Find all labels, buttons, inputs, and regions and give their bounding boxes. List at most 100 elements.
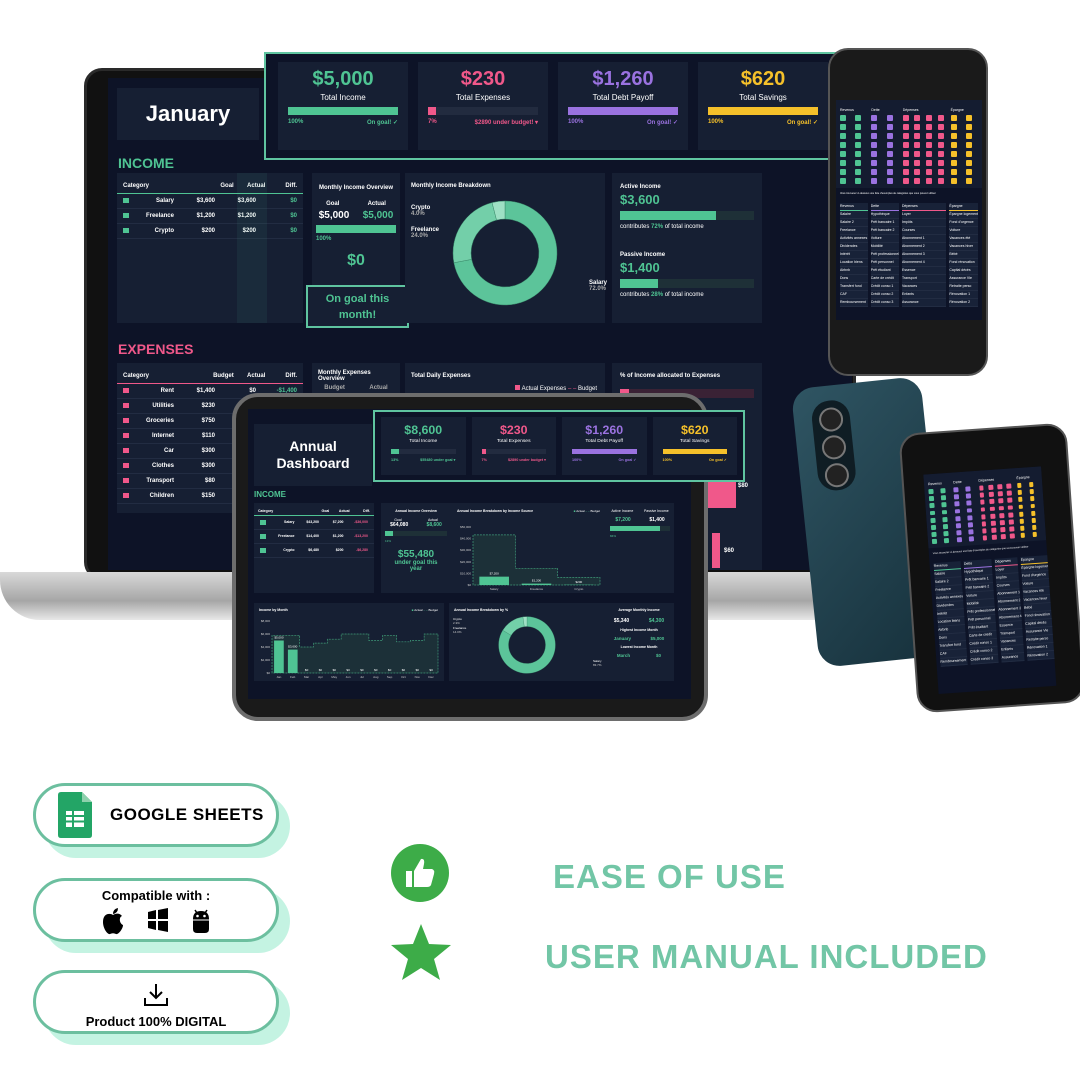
income-category-icon: [942, 516, 948, 522]
icon-grid: [950, 115, 978, 184]
kpi-card: $230 Total Expenses 7% $2890 under budget! …: [418, 62, 548, 150]
goal-cell: $3,600: [196, 198, 215, 204]
list-item: Activités annexes: [840, 235, 868, 243]
debt-category-icon: [967, 522, 974, 528]
thumbs-up-icon: [391, 844, 449, 902]
kpi-progress-fill: [662, 449, 727, 454]
expense-category-icon: [1008, 519, 1014, 525]
low-value: $0: [656, 653, 662, 658]
income-category-icon: [943, 538, 949, 544]
expense-category-icon: [937, 133, 944, 139]
goal-cell: $200: [201, 228, 215, 234]
kpi-value: $620: [680, 423, 709, 437]
kpi-pct: 100%: [572, 457, 582, 462]
list-item: Rénovation 1: [949, 291, 978, 299]
y-tick-label: $50,000: [460, 525, 471, 529]
kpi-card: $1,260 Total Debt Payoff 100% On goal! ✓: [558, 62, 688, 150]
kpi-label: Total Savings: [680, 439, 710, 444]
income-category-icon: [840, 178, 846, 184]
passive-value: $1,400: [649, 517, 665, 523]
slice-label: Salary 72.0%: [589, 280, 607, 292]
expense-category-icon: [990, 527, 997, 533]
expense-category-icon: [1000, 527, 1006, 533]
slice-pct: 4.0%: [411, 211, 425, 217]
expense-bar-label: $60: [724, 548, 735, 554]
kpi-pct: 100%: [288, 119, 304, 125]
overview-diff: $0: [347, 252, 365, 269]
bar-value-label: $0: [360, 668, 364, 672]
category-cell: Crypto: [283, 548, 295, 552]
income-category-icon: [855, 124, 862, 130]
list-item: Fond d'urgence: [949, 219, 978, 227]
expense-category-icon: [997, 484, 1003, 490]
expense-bar: [712, 533, 720, 568]
goal-label: Goal: [326, 201, 340, 207]
kpi-progress-bar: [572, 449, 637, 454]
bar-value-label: $0: [416, 668, 420, 672]
y-tick-label: $2,000: [261, 658, 271, 662]
income-donut-chart: [452, 200, 558, 306]
income-category-icon: [855, 133, 862, 139]
low-title: Lowest Income Month: [620, 645, 658, 649]
kpi-progress-fill: [391, 449, 400, 454]
column-header: Revenus: [840, 108, 854, 112]
income-category-icon: [840, 151, 846, 157]
savings-category-icon: [965, 133, 972, 139]
icon-column: Dépenses: [902, 108, 947, 184]
column-header: Diff.: [363, 509, 370, 513]
tablet-active-passive: Active Income Passive Income $7,200 $1,400…: [606, 503, 674, 593]
savings-category-icon: [965, 178, 972, 184]
list-item: Bébé: [949, 251, 978, 259]
income-category-icon: [928, 488, 934, 495]
expense-category-icon: [914, 178, 921, 184]
savings-category-icon: [965, 142, 972, 148]
column-header: Budget: [213, 373, 234, 379]
income-category-icon: [928, 496, 934, 502]
low-month: March: [616, 653, 631, 658]
expense-category-icon: [987, 484, 994, 490]
savings-category-icon: [1019, 518, 1025, 524]
expense-category-icon: [937, 178, 944, 184]
expense-category-icon: [997, 491, 1003, 497]
debt-category-icon: [886, 151, 893, 157]
kpi-pct: 7%: [428, 119, 437, 125]
kpi-card: $5,000 Total Income 100% On goal! ✓: [278, 62, 408, 150]
kpi-status-row: 7% $2890 under budget ▾: [482, 458, 547, 462]
kpi-progress-fill: [572, 449, 637, 454]
x-category-label: May: [331, 675, 337, 679]
list-item: Dons: [840, 275, 868, 283]
apple-icon: [103, 908, 123, 935]
alloc-title: % of Income allocated to Expenses: [620, 373, 721, 379]
category-list: Revenus Salaire Salaire 2 Freelance Activité…: [840, 203, 868, 307]
high-month: January: [613, 636, 631, 641]
legend-budget: Budget: [428, 608, 438, 612]
category-icon: [123, 403, 129, 408]
kpi-label: Total Income: [320, 93, 366, 102]
y-tick-label: $10,000: [460, 571, 471, 575]
column-header: Goal: [220, 183, 234, 189]
table-row: Crypto $200 $200 $0: [117, 224, 303, 239]
table-row: Freelance $14,400 $1,200 -$13,200: [254, 530, 374, 544]
table-row: Freelance $1,200 $1,200 $0: [117, 209, 303, 224]
column-header: Actual: [247, 373, 266, 379]
column-header: Category: [258, 509, 274, 513]
y-tick-label: $8,000: [261, 619, 271, 623]
kpi-value: $1,260: [592, 68, 654, 90]
list-item: Hypothèque: [870, 211, 899, 219]
debt-category-icon: [966, 500, 972, 506]
kpi-label: Total Debt Payoff: [585, 439, 624, 444]
icon-column: Dette: [871, 108, 898, 184]
kpi-card: $620 Total Savings 100% On goal! ✓: [698, 62, 828, 150]
goal-value: $5,000: [318, 210, 350, 221]
list-item: Freelance: [840, 227, 868, 235]
contributes-text: contributes: [620, 224, 650, 230]
pct-chart-title: Annual Income Breakdown by %: [454, 608, 509, 612]
income-category-icon: [840, 169, 846, 175]
expense-category-icon: [937, 160, 944, 166]
bar-value-label: $0: [429, 668, 433, 672]
list-item: Salaire 2: [840, 219, 868, 227]
debt-category-icon: [968, 536, 975, 542]
list-item: Capital décès: [949, 267, 978, 275]
y-tick-label: $40,000: [460, 537, 471, 541]
table-row: Salary $43,200 $7,200 -$36,000: [254, 516, 374, 530]
